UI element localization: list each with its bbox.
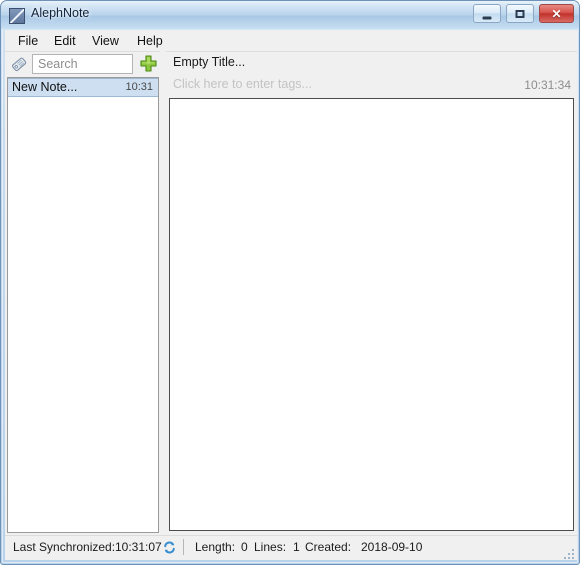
length-value: 0 [241,540,248,554]
minimize-button[interactable] [473,4,501,23]
search-row: Search [5,51,160,77]
close-icon: ✕ [551,6,562,21]
search-input[interactable]: Search [32,54,133,74]
title-bar[interactable]: AlephNote ✕ [1,1,579,30]
created-label: Created: [305,540,352,554]
menu-item-view[interactable]: View [85,33,126,50]
client-area: File Edit View Help Search New Note... 1… [5,30,577,560]
sync-time: 10:31:07 [115,540,162,554]
maximize-icon [515,9,525,18]
status-bar: Last Synchronized: 10:31:07 Length: 0 Li… [5,535,577,560]
menu-item-edit[interactable]: Edit [47,33,83,50]
note-title-row[interactable]: Empty Title... [166,51,577,75]
sidebar-panel: Search New Note... 10:31 [5,51,160,535]
search-placeholder: Search [38,57,78,71]
minimize-icon [482,16,492,19]
note-item-time: 10:31 [125,81,153,93]
tags-input-placeholder[interactable]: Click here to enter tags... [173,77,312,91]
note-title-input[interactable]: Empty Title... [173,55,245,69]
sync-icon[interactable] [162,540,177,555]
created-value: 2018-09-10 [361,540,423,554]
note-tags-row[interactable]: Click here to enter tags... 10:31:34 [166,75,577,97]
length-label: Length: [195,540,236,554]
note-item-title: New Note... [12,80,78,94]
maximize-button[interactable] [506,4,534,23]
note-editor[interactable] [169,98,574,531]
aleph-note-icon [9,8,25,24]
lines-value: 1 [293,540,300,554]
lines-label: Lines: [254,540,287,554]
list-item[interactable]: New Note... 10:31 [8,78,158,97]
resize-grip[interactable] [563,548,576,561]
tag-icon[interactable] [11,56,28,72]
sync-label: Last Synchronized: [13,540,116,554]
note-panel: Empty Title... Click here to enter tags.… [166,51,577,535]
window-title: AlephNote [31,6,90,20]
menu-item-help[interactable]: Help [130,33,170,50]
close-button[interactable]: ✕ [539,4,574,23]
note-list[interactable]: New Note... 10:31 [7,77,159,533]
app-window: AlephNote ✕ File Edit View Help Search N… [0,0,580,565]
add-note-button[interactable] [139,54,158,73]
menu-bar: File Edit View Help [5,30,577,52]
menu-item-file[interactable]: File [11,33,45,50]
note-timestamp: 10:31:34 [524,78,571,92]
status-separator [183,539,184,555]
